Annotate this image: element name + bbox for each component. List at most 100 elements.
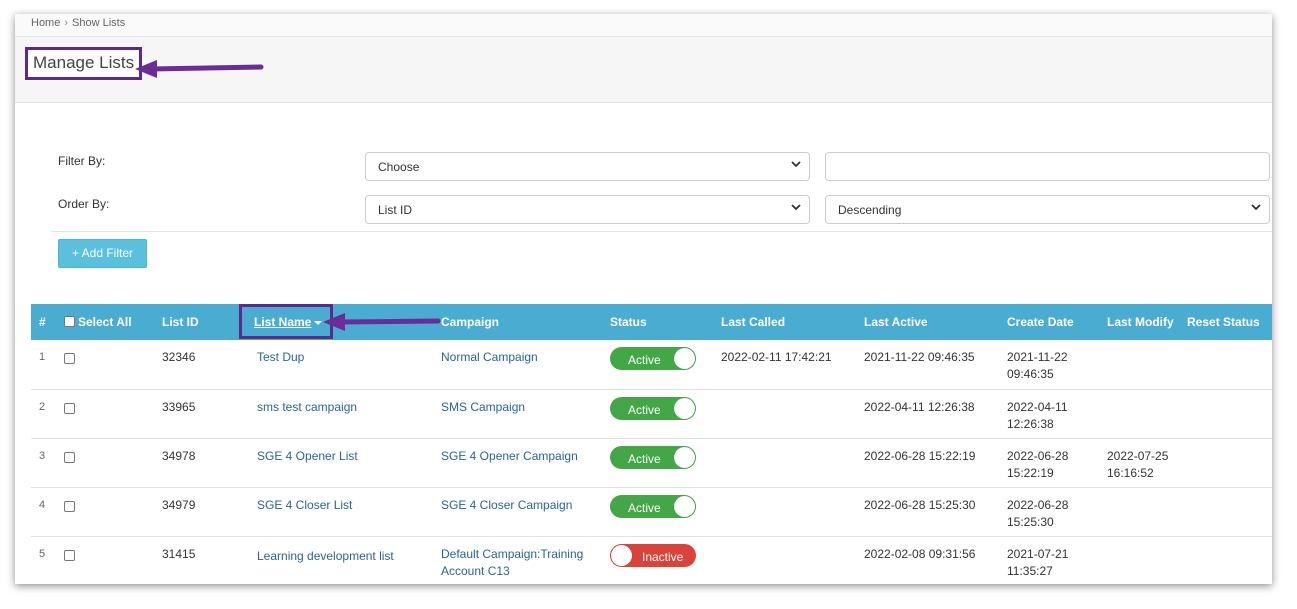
row-create-date: 2021-11-22 09:46:35 bbox=[1007, 340, 1107, 389]
row-checkbox[interactable] bbox=[64, 500, 75, 512]
chevron-down-icon bbox=[1251, 204, 1261, 211]
row-last-modify bbox=[1107, 389, 1187, 438]
row-list-id: 33965 bbox=[162, 399, 196, 414]
toggle-knob bbox=[674, 397, 695, 419]
row-campaign-link[interactable]: SMS Campaign bbox=[441, 400, 525, 414]
breadcrumb-home-link[interactable]: Home bbox=[31, 17, 60, 29]
row-create-date: 2021-07-21 11:35:27 bbox=[1007, 536, 1107, 584]
filter-by-select-value: Choose bbox=[378, 160, 420, 174]
table-row: 1 32346 Test Dup Normal Campaign Active … bbox=[31, 340, 1272, 389]
screenshot-frame: Home › Show Lists Manage Lists Filter By: … bbox=[15, 14, 1272, 584]
row-last-active: 2021-11-22 09:46:35 bbox=[864, 350, 975, 364]
order-by-select-value: List ID bbox=[378, 203, 413, 217]
header-list-id[interactable]: List ID bbox=[162, 304, 242, 340]
status-toggle[interactable]: Active bbox=[610, 494, 696, 518]
header-reset-status[interactable]: Reset Status bbox=[1187, 304, 1272, 340]
row-create-date-time: 09:46:35 bbox=[1007, 367, 1054, 381]
row-reset-status bbox=[1187, 536, 1272, 584]
toggle-knob bbox=[674, 446, 695, 468]
row-create-date-day: 2021-07-21 bbox=[1007, 546, 1069, 561]
toggle-knob bbox=[611, 544, 632, 566]
header-create-date[interactable]: Create Date bbox=[1007, 304, 1107, 340]
row-reset-status bbox=[1187, 487, 1272, 536]
status-toggle[interactable]: Active bbox=[610, 396, 696, 420]
row-create-date-time: 11:35:27 bbox=[1007, 563, 1053, 578]
row-checkbox[interactable] bbox=[64, 451, 75, 463]
order-by-select[interactable]: List ID bbox=[365, 195, 810, 224]
header-last-called[interactable]: Last Called bbox=[721, 304, 864, 340]
status-toggle-label: Inactive bbox=[642, 549, 684, 564]
page-title: Manage Lists bbox=[33, 53, 135, 72]
add-filter-button[interactable]: + Add Filter bbox=[58, 239, 147, 268]
filter-divider bbox=[51, 231, 1272, 232]
header-list-id-label[interactable]: List ID bbox=[162, 315, 199, 329]
header-num: # bbox=[39, 315, 46, 329]
row-list-name-link[interactable]: SGE 4 Opener List bbox=[257, 449, 358, 463]
filter-by-select[interactable]: Choose bbox=[365, 152, 810, 181]
select-all-checkbox[interactable] bbox=[64, 316, 75, 328]
row-create-date-day: 2022-06-28 bbox=[1007, 497, 1069, 512]
toggle-knob bbox=[674, 348, 695, 369]
page-title-highlight: Manage Lists bbox=[25, 47, 143, 80]
select-all-label[interactable]: Select All bbox=[78, 315, 132, 329]
row-num: 4 bbox=[39, 498, 46, 511]
table-header-row: # Select All List ID List Name Campaign … bbox=[31, 304, 1272, 340]
status-toggle[interactable]: Inactive bbox=[610, 543, 696, 567]
row-last-modify-time: 16:16:52 bbox=[1107, 465, 1154, 480]
row-create-date-time: 15:22:19 bbox=[1007, 465, 1054, 480]
filter-value-input[interactable] bbox=[825, 152, 1270, 181]
row-reset-status bbox=[1187, 389, 1272, 438]
row-checkbox[interactable] bbox=[64, 402, 75, 414]
status-toggle-label: Active bbox=[628, 353, 661, 367]
header-status[interactable]: Status bbox=[610, 304, 721, 340]
row-reset-status bbox=[1187, 340, 1272, 389]
breadcrumb-separator: › bbox=[64, 17, 69, 29]
header-campaign[interactable]: Campaign bbox=[441, 304, 610, 340]
row-campaign-link[interactable]: Default Campaign:Training Account C13 bbox=[441, 547, 583, 578]
table-row: 2 33965 sms test campaign SMS Campaign A… bbox=[31, 389, 1272, 438]
filter-panel: Filter By: Choose Order By: List ID Desc… bbox=[15, 104, 1272, 304]
row-last-called bbox=[721, 487, 864, 536]
status-toggle[interactable]: Active bbox=[610, 445, 696, 469]
row-last-called bbox=[721, 389, 864, 438]
chevron-down-icon bbox=[791, 204, 801, 211]
row-last-modify-day: 2022-07-25 bbox=[1107, 448, 1169, 463]
toggle-knob bbox=[674, 495, 695, 517]
row-create-date: 2022-04-11 12:26:38 bbox=[1007, 389, 1107, 438]
row-checkbox[interactable] bbox=[64, 353, 75, 365]
table-row: 5 31415 Learning development list Defaul… bbox=[31, 536, 1272, 584]
row-list-name-link[interactable]: sms test campaign bbox=[257, 400, 357, 414]
row-campaign-link[interactable]: SGE 4 Closer Campaign bbox=[441, 498, 572, 512]
row-num: 5 bbox=[39, 547, 46, 560]
row-last-modify bbox=[1107, 340, 1187, 389]
row-list-id: 32346 bbox=[162, 350, 196, 364]
order-by-label: Order By: bbox=[58, 197, 110, 211]
row-list-name-link[interactable]: Test Dup bbox=[257, 350, 304, 364]
header-last-active[interactable]: Last Active bbox=[864, 304, 1007, 340]
row-last-called bbox=[721, 536, 864, 584]
order-direction-select[interactable]: Descending bbox=[825, 195, 1270, 224]
row-create-date: 2022-06-28 15:25:30 bbox=[1007, 487, 1107, 536]
row-campaign-line-1[interactable]: Default Campaign:Training bbox=[441, 547, 583, 561]
row-last-active: 2022-06-28 15:22:19 bbox=[864, 448, 976, 463]
row-campaign-link[interactable]: Normal Campaign bbox=[441, 350, 538, 364]
status-toggle-label: Active bbox=[628, 402, 661, 417]
row-list-id: 34979 bbox=[162, 497, 196, 512]
chevron-down-icon bbox=[791, 161, 801, 168]
row-checkbox[interactable] bbox=[64, 549, 75, 561]
row-create-date-time: 12:26:38 bbox=[1007, 416, 1054, 431]
row-create-date: 2022-06-28 15:22:19 bbox=[1007, 438, 1107, 487]
row-create-date-day: 2022-06-28 bbox=[1007, 448, 1069, 463]
status-toggle[interactable]: Active bbox=[610, 347, 696, 370]
row-list-name-link[interactable]: SGE 4 Closer List bbox=[257, 498, 352, 512]
order-direction-select-value: Descending bbox=[838, 203, 902, 217]
header-last-modify[interactable]: Last Modify bbox=[1107, 304, 1187, 340]
row-list-name-link[interactable]: Learning development list bbox=[257, 549, 394, 563]
row-campaign-line-2[interactable]: Account C13 bbox=[441, 564, 510, 578]
row-last-active: 2022-06-28 15:25:30 bbox=[864, 497, 976, 512]
status-toggle-label: Active bbox=[628, 500, 661, 515]
row-campaign-link[interactable]: SGE 4 Opener Campaign bbox=[441, 449, 578, 463]
lists-table: # Select All List ID List Name Campaign … bbox=[31, 304, 1272, 584]
row-last-called bbox=[721, 438, 864, 487]
status-toggle-label: Active bbox=[628, 451, 661, 466]
